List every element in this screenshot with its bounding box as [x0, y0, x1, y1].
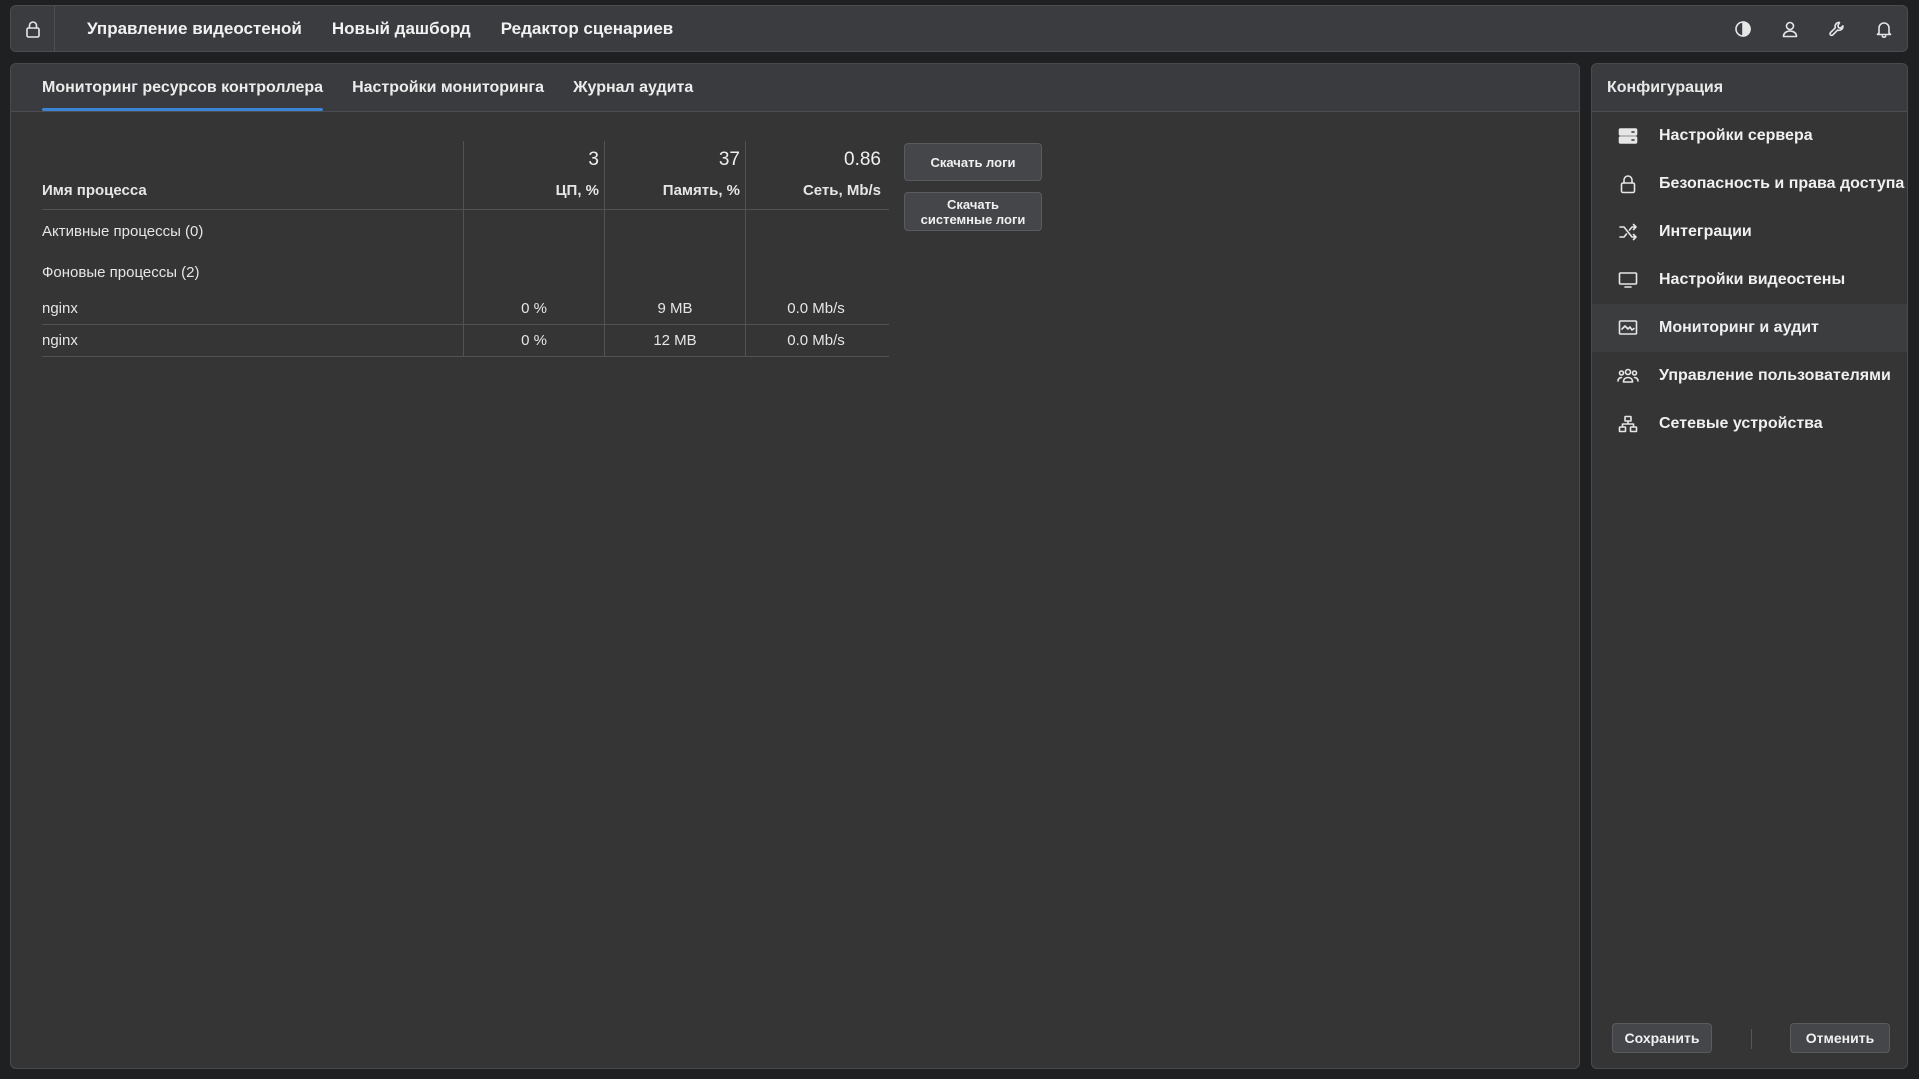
process-network: 0.0 Mb/s — [745, 325, 886, 356]
cancel-button[interactable]: Отменить — [1790, 1023, 1890, 1053]
sidebar-item-security[interactable]: Безопасность и права доступа — [1592, 160, 1907, 208]
nav-videowall[interactable]: Управление видеостеной — [87, 19, 302, 39]
tab-audit-log[interactable]: Журнал аудита — [573, 64, 693, 111]
users-icon — [1617, 368, 1639, 383]
process-name-header[interactable]: Имя процесса — [42, 141, 463, 209]
sidebar-item-videowall-settings[interactable]: Настройки видеостены — [1592, 256, 1907, 304]
network-icon — [1618, 415, 1638, 433]
lock-button[interactable] — [11, 6, 55, 51]
process-name: nginx — [42, 300, 78, 317]
lock-icon — [25, 20, 40, 38]
top-bar: Управление видеостеной Новый дашборд Ред… — [10, 5, 1908, 52]
network-column-header[interactable]: 0.86 Сеть, Mb/s — [745, 141, 886, 209]
process-cpu: 0 % — [463, 293, 604, 324]
notifications-button[interactable] — [1860, 6, 1907, 51]
table-row[interactable]: nginx 0 % 12 MB 0.0 Mb/s — [42, 325, 889, 357]
shuffle-icon — [1619, 223, 1637, 241]
tab-resource-monitoring[interactable]: Мониторинг ресурсов контроллера — [42, 64, 324, 111]
memory-label: Память, % — [662, 182, 740, 199]
network-label: Сеть, Mb/s — [802, 182, 881, 199]
cpu-total: 3 — [588, 149, 599, 170]
sidebar-item-label: Интеграции — [1659, 223, 1752, 240]
download-logs-button[interactable]: Скачать логи — [904, 143, 1042, 181]
sidebar-item-monitoring-audit[interactable]: Мониторинг и аудит — [1592, 304, 1907, 352]
nav-scenario-editor[interactable]: Редактор сценариев — [501, 19, 674, 39]
tab-monitoring-settings[interactable]: Настройки мониторинга — [352, 64, 544, 111]
table-row[interactable]: nginx 0 % 9 MB 0.0 Mb/s — [42, 293, 889, 325]
process-table: Имя процесса 3 ЦП, % 37 Память, % 0.86 С… — [42, 141, 889, 357]
download-system-logs-button[interactable]: Скачать системные логи — [904, 192, 1042, 231]
process-network: 0.0 Mb/s — [745, 293, 886, 324]
group-row-background[interactable]: Фоновые процессы (2) — [42, 252, 889, 293]
top-nav: Управление видеостеной Новый дашборд Ред… — [87, 19, 703, 39]
footer-divider — [1751, 1029, 1752, 1049]
memory-column-header[interactable]: 37 Память, % — [604, 141, 745, 209]
tab-bar: Мониторинг ресурсов контроллера Настройк… — [11, 64, 1579, 112]
sidebar-item-label: Управление пользователями — [1659, 367, 1891, 384]
sidebar-item-label: Мониторинг и аудит — [1659, 319, 1819, 336]
configuration-panel: Конфигурация Настройки сервера Безопасно… — [1591, 63, 1908, 1069]
table-header: Имя процесса 3 ЦП, % 37 Память, % 0.86 С… — [42, 141, 889, 210]
wrench-icon — [1828, 21, 1844, 36]
sidebar-item-integrations[interactable]: Интеграции — [1592, 208, 1907, 256]
configuration-title: Конфигурация — [1592, 64, 1907, 112]
sidebar-item-label: Настройки видеостены — [1659, 271, 1846, 288]
sidebar-item-server-settings[interactable]: Настройки сервера — [1592, 112, 1907, 160]
server-icon — [1618, 128, 1638, 144]
user-icon — [1782, 21, 1797, 37]
configuration-menu: Настройки сервера Безопасность и права д… — [1592, 112, 1907, 448]
sidebar-item-label: Безопасность и права доступа — [1659, 175, 1905, 192]
theme-toggle-button[interactable] — [1719, 6, 1766, 51]
cpu-column-header[interactable]: 3 ЦП, % — [463, 141, 604, 209]
process-cpu: 0 % — [463, 325, 604, 356]
sidebar-item-label: Сетевые устройства — [1659, 415, 1823, 432]
group-label-active: Активные процессы (0) — [42, 222, 204, 240]
sidebar-item-user-management[interactable]: Управление пользователями — [1592, 352, 1907, 400]
nav-new-dashboard[interactable]: Новый дашборд — [332, 19, 471, 39]
group-row-active[interactable]: Активные процессы (0) — [42, 210, 889, 252]
user-button[interactable] — [1766, 6, 1813, 51]
sidebar-item-network-devices[interactable]: Сетевые устройства — [1592, 400, 1907, 448]
chart-monitor-icon — [1618, 320, 1638, 335]
main-panel: Мониторинг ресурсов контроллера Настройк… — [10, 63, 1580, 1069]
contrast-icon — [1734, 20, 1751, 37]
configuration-footer: Сохранить Отменить — [1592, 1008, 1907, 1068]
network-total: 0.86 — [844, 149, 881, 170]
group-label-background: Фоновые процессы (2) — [42, 264, 200, 281]
save-button[interactable]: Сохранить — [1612, 1023, 1712, 1053]
cpu-label: ЦП, % — [555, 182, 599, 199]
tools-button[interactable] — [1813, 6, 1860, 51]
process-memory: 9 MB — [604, 293, 745, 324]
process-name: nginx — [42, 332, 78, 349]
monitor-icon — [1618, 272, 1638, 288]
memory-total: 37 — [718, 149, 740, 170]
sidebar-item-label: Настройки сервера — [1659, 127, 1813, 144]
bell-icon — [1876, 21, 1891, 38]
lock-icon — [1620, 175, 1636, 194]
process-memory: 12 MB — [604, 325, 745, 356]
